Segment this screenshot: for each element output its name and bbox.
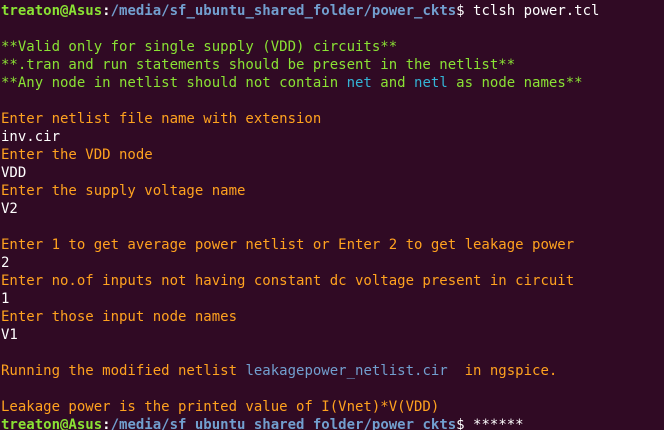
- prompt-path: /media/sf_ubuntu_shared_folder/power_ckt…: [110, 3, 457, 19]
- running-text-a: Running the modified netlist: [1, 363, 246, 379]
- question-supply-voltage: Enter the supply voltage name: [1, 183, 246, 199]
- terminal-window[interactable]: treaton@Asus:/media/sf_ubuntu_shared_fol…: [0, 0, 664, 430]
- note-and: and: [371, 75, 415, 91]
- running-text-b: in ngspice.: [447, 363, 558, 379]
- note-line-3-part-a: **Any node in netlist should not contain: [1, 75, 347, 91]
- prompt-command: tclsh power.tcl: [473, 3, 600, 19]
- answer-input-names: V1: [1, 327, 18, 343]
- prompt2-path: /media/sf_ubuntu_shared_folder/power_ckt…: [110, 417, 457, 430]
- note-line-2: **.tran and run statements should be pre…: [1, 57, 516, 73]
- answer-vdd-node: VDD: [1, 165, 27, 181]
- question-input-count: Enter no.of inputs not having constant d…: [1, 273, 575, 289]
- netlist-file-link[interactable]: leakagepower_netlist.cir: [245, 363, 447, 379]
- prompt-user-host: treaton@Asus: [1, 3, 103, 19]
- answer-netlist-file: inv.cir: [1, 129, 61, 145]
- answer-supply-voltage: V2: [1, 201, 18, 217]
- question-power-mode: Enter 1 to get average power netlist or …: [1, 237, 575, 253]
- note-net-keyword: net: [346, 75, 372, 91]
- prompt2-colon: :: [102, 417, 111, 430]
- prompt2-typed[interactable]: ******: [473, 417, 524, 430]
- result-line: Leakage power is the printed value of I(…: [1, 399, 440, 415]
- question-netlist-file: Enter netlist file name with extension: [1, 111, 322, 127]
- prompt2-user-host: treaton@Asus: [1, 417, 103, 430]
- note-line-3-part-b: as node names**: [447, 75, 583, 91]
- prompt-colon: :: [102, 3, 111, 19]
- answer-power-mode: 2: [1, 255, 10, 271]
- prompt-line: treaton@Asus:/media/sf_ubuntu_shared_fol…: [1, 2, 664, 20]
- note-line-3: **Any node in netlist should not contain…: [1, 74, 664, 92]
- question-vdd-node: Enter the VDD node: [1, 147, 153, 163]
- note-line-1: **Valid only for single supply (VDD) cir…: [1, 39, 398, 55]
- running-netlist-line: Running the modified netlist leakagepowe…: [1, 362, 664, 380]
- note-netl-keyword: netl: [414, 75, 448, 91]
- prompt-symbol: $: [456, 3, 474, 19]
- question-input-names: Enter those input node names: [1, 309, 238, 325]
- prompt-line-2: treaton@Asus:/media/sf_ubuntu_shared_fol…: [1, 416, 664, 430]
- prompt2-symbol: $: [456, 417, 474, 430]
- answer-input-count: 1: [1, 291, 10, 307]
